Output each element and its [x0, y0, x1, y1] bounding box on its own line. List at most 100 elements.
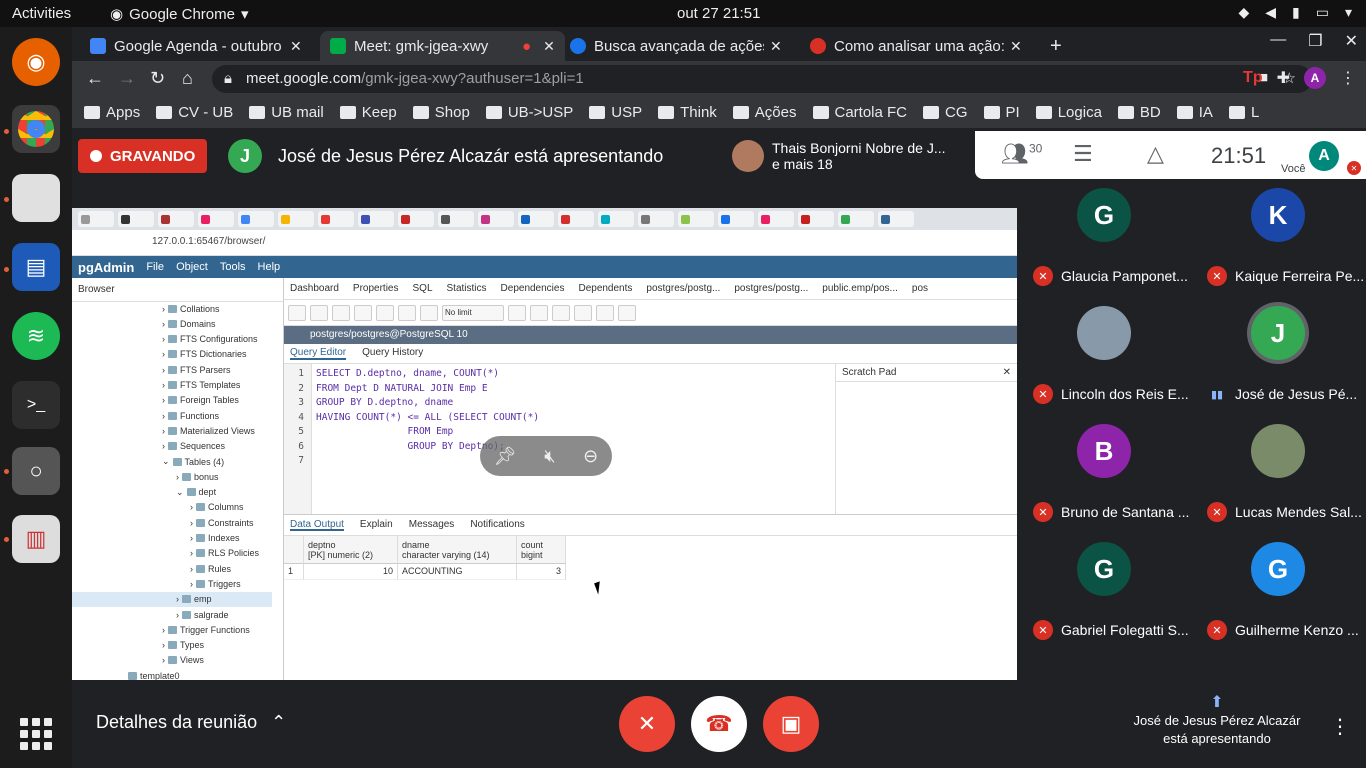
tab-explain[interactable]: Explain [360, 519, 393, 531]
participant-tile[interactable]: G ✕ Guilherme Kenzo ... [1191, 534, 1365, 652]
bookmark-item[interactable]: USP [589, 104, 642, 121]
tab-query-editor[interactable]: Query Editor [290, 347, 347, 360]
presenting-info[interactable]: ⬆ José de Jesus Pérez Alcazár está aprese… [1122, 694, 1312, 748]
expand-icon[interactable]: › [162, 426, 165, 436]
object-tab[interactable]: postgres/postg... [734, 283, 808, 294]
participant-tile[interactable]: G ✕ Gabriel Folegatti S... [1017, 534, 1191, 652]
expand-icon[interactable]: › [162, 380, 165, 390]
inner-tab[interactable] [798, 211, 834, 227]
open-file-icon[interactable] [288, 305, 306, 321]
filter-icon[interactable] [420, 305, 438, 321]
leave-call-button[interactable]: ☎ [691, 696, 747, 752]
tree-node[interactable]: ⌄ Tables (4) [162, 454, 224, 469]
menu-tools[interactable]: Tools [220, 261, 246, 273]
tree-node[interactable]: › Domains [162, 316, 216, 331]
tree-node[interactable]: › RLS Policies [190, 546, 259, 561]
commit-icon[interactable] [574, 305, 592, 321]
tree-node[interactable]: › FTS Dictionaries [162, 347, 247, 362]
remove-icon[interactable]: ⊖ [583, 446, 598, 467]
inner-tab[interactable] [198, 211, 234, 227]
object-tab[interactable]: public.emp/pos... [822, 283, 898, 294]
participant-tile[interactable]: ✕ Lucas Mendes Sal... [1191, 416, 1365, 534]
tree-node[interactable]: › Triggers [190, 576, 241, 591]
tree-node[interactable]: › FTS Configurations [162, 332, 258, 347]
bookmark-item[interactable]: Shop [412, 104, 470, 121]
profile-avatar[interactable]: A [1304, 67, 1326, 89]
participant-tile[interactable]: J ▮▮ José de Jesus Pé... [1191, 298, 1365, 416]
bookmark-item[interactable]: Think [658, 104, 717, 121]
inner-tab[interactable] [78, 211, 114, 227]
tree-node[interactable]: template0 [128, 668, 180, 680]
reload-icon[interactable]: ↻ [150, 68, 165, 89]
document-viewer-icon[interactable]: ▥ [12, 515, 60, 563]
object-tab[interactable]: pos [912, 283, 928, 294]
forward-icon[interactable]: → [118, 68, 136, 89]
table-cell[interactable]: 3 [517, 564, 566, 580]
expand-icon[interactable]: › [176, 594, 179, 604]
inner-tab[interactable] [358, 211, 394, 227]
bookmark-item[interactable]: UB mail [249, 104, 324, 121]
participant-tile[interactable]: K ✕ Kaique Ferreira Pe... [1191, 180, 1365, 298]
clear-icon[interactable] [596, 305, 614, 321]
object-tab[interactable]: Properties [353, 283, 399, 294]
tab-query-history[interactable]: Query History [362, 347, 423, 360]
tree-node[interactable]: › Collations [162, 301, 220, 316]
inner-tab[interactable] [398, 211, 434, 227]
more-options-icon[interactable]: ⋮ [1330, 714, 1350, 739]
expand-icon[interactable]: › [162, 365, 165, 375]
copy-icon[interactable] [332, 305, 350, 321]
others-chip[interactable]: Thais Bonjorni Nobre de J... e mais 18 [726, 131, 976, 181]
meeting-details[interactable]: Detalhes da reunião ⌃ [96, 712, 286, 733]
people-icon[interactable]: 👥︎30 [1001, 141, 1042, 167]
firefox-icon[interactable]: ◉ [12, 38, 60, 86]
bookmark-item[interactable]: CG [923, 104, 968, 121]
bookmark-item[interactable]: CV - UB [156, 104, 233, 121]
tree-node[interactable]: ⌄ dept [176, 485, 216, 500]
bookmark-item[interactable]: L [1228, 104, 1259, 121]
inner-tab[interactable] [558, 211, 594, 227]
object-tab[interactable]: postgres/postg... [646, 283, 720, 294]
puzzle-icon[interactable]: ✚ [1277, 68, 1290, 88]
chrome-icon[interactable] [12, 105, 60, 153]
tree-node[interactable]: › Materialized Views [162, 423, 255, 438]
mic-toggle-button[interactable]: ✕ [619, 696, 675, 752]
chat-icon[interactable]: ☰ [1073, 141, 1093, 167]
omnibox[interactable]: 🔒︎ meet.google.com/gmk-jgea-xwy?authuser… [212, 65, 1312, 93]
inner-tab[interactable] [838, 211, 874, 227]
inner-tab[interactable] [158, 211, 194, 227]
expand-icon[interactable]: ⌄ [176, 487, 184, 498]
search-tool-icon[interactable]: ○ [12, 447, 60, 495]
home-icon[interactable]: ⌂ [182, 68, 193, 89]
inner-tab[interactable] [518, 211, 554, 227]
expand-icon[interactable]: › [162, 655, 165, 665]
inner-tab[interactable] [118, 211, 154, 227]
tree-node[interactable]: › Foreign Tables [162, 393, 239, 408]
camera-toggle-button[interactable]: ▣ [763, 696, 819, 752]
object-tab[interactable]: Dependents [578, 283, 632, 294]
tree-node[interactable]: › Functions [162, 408, 219, 423]
system-tray[interactable]: ◆ ◀ ▮ ▭ ▾ [1238, 4, 1352, 21]
save-icon[interactable] [310, 305, 328, 321]
explain-icon[interactable] [552, 305, 570, 321]
tree-node[interactable]: › Trigger Functions [162, 622, 250, 637]
expand-icon[interactable]: › [176, 610, 179, 620]
close-icon[interactable]: ✕ [290, 38, 302, 55]
mute-icon[interactable]: 🔇︎ [544, 446, 555, 467]
stop-icon[interactable] [508, 305, 526, 321]
tab-notifications[interactable]: Notifications [470, 519, 524, 531]
tree-node[interactable]: › salgrade [176, 607, 229, 622]
expand-icon[interactable]: › [162, 334, 165, 344]
inner-tab[interactable] [878, 211, 914, 227]
expand-icon[interactable]: › [190, 518, 193, 528]
execute-icon[interactable] [530, 305, 548, 321]
expand-icon[interactable]: › [162, 411, 165, 421]
expand-icon[interactable]: › [176, 472, 179, 482]
participant-tile[interactable]: B ✕ Bruno de Santana ... [1017, 416, 1191, 534]
expand-icon[interactable]: › [190, 548, 193, 558]
inner-tab[interactable] [278, 211, 314, 227]
close-icon[interactable]: ✕ [1003, 367, 1011, 378]
object-tab[interactable]: Dashboard [290, 283, 339, 294]
close-icon[interactable]: ✕ [770, 38, 782, 55]
expand-icon[interactable]: › [162, 625, 165, 635]
inner-tab[interactable] [678, 211, 714, 227]
